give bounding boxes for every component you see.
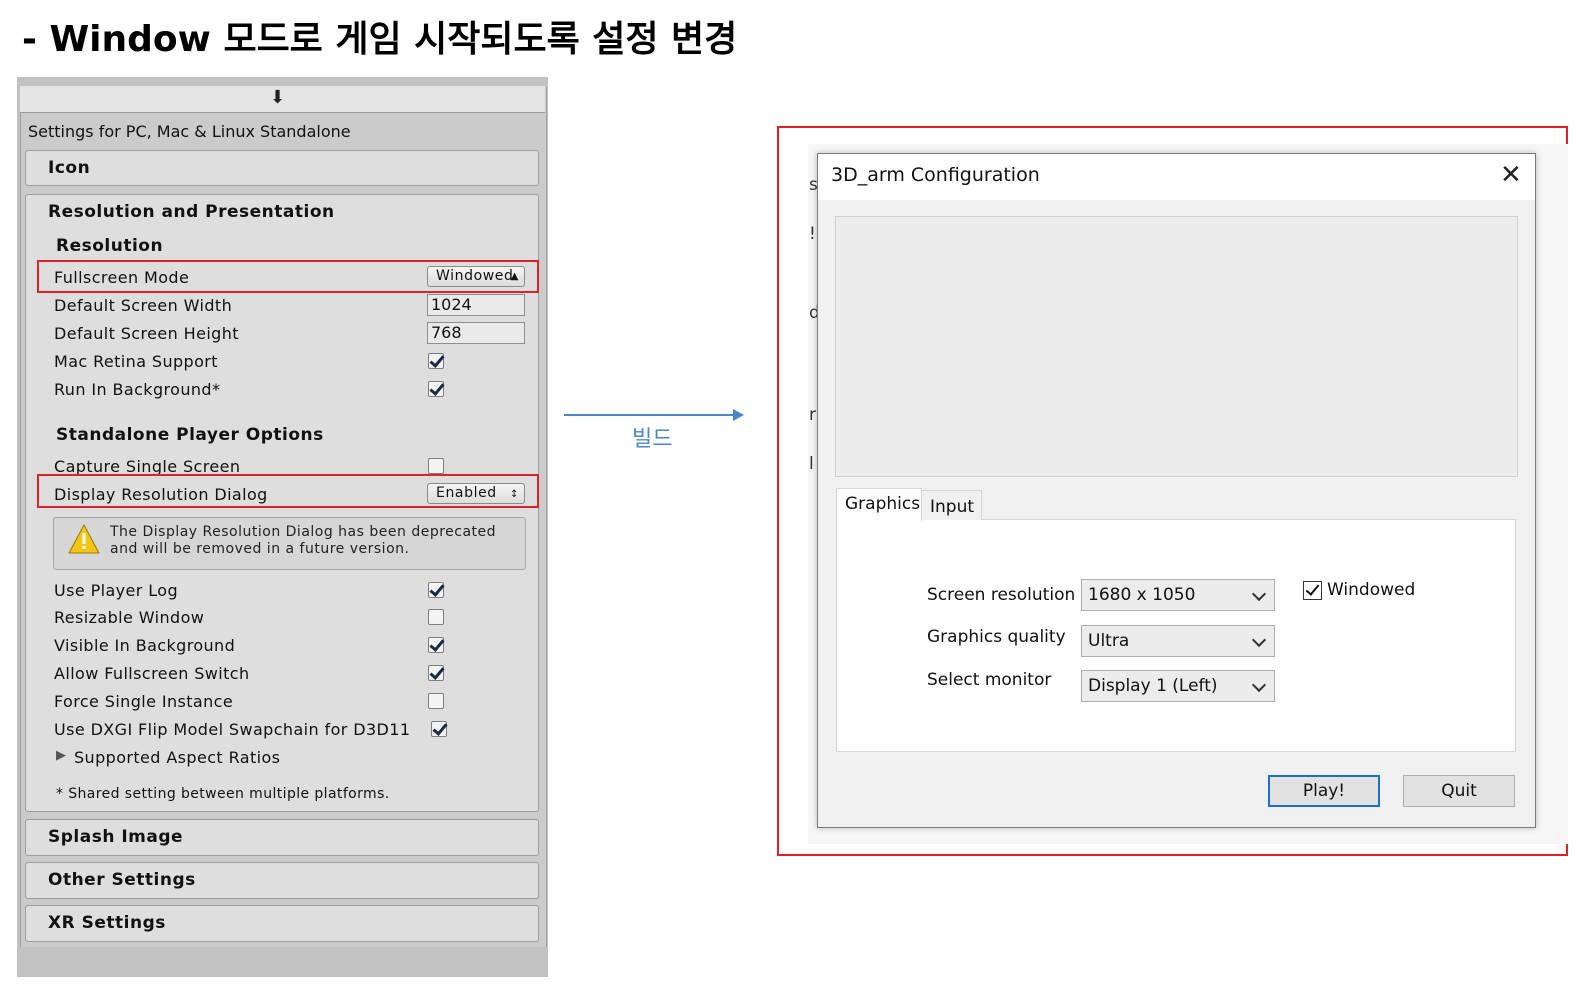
icon-section[interactable]: Icon — [25, 150, 539, 186]
use-player-log-label: Use Player Log — [54, 581, 179, 600]
default-screen-width-field[interactable]: 1024 — [427, 294, 525, 316]
graphics-quality-select[interactable]: Ultra — [1081, 625, 1275, 657]
select-monitor-select[interactable]: Display 1 (Left) — [1081, 670, 1275, 702]
resizable-window-checkbox[interactable] — [428, 609, 444, 625]
resolution-presentation-header[interactable]: Resolution and Presentation — [48, 202, 335, 222]
build-arrow-head — [733, 409, 744, 421]
slide-title: - Window 모드로 게임 시작되도록 설정 변경 — [22, 19, 738, 60]
visible-in-background-checkbox[interactable] — [428, 637, 444, 653]
run-in-background-checkbox[interactable] — [428, 381, 444, 397]
highlight-display-resolution-dialog — [37, 474, 539, 508]
use-player-log-checkbox[interactable] — [428, 582, 444, 598]
select-monitor-value: Display 1 (Left) — [1088, 676, 1218, 696]
download-icon[interactable]: ⬇ — [270, 88, 285, 108]
screen-resolution-label: Screen resolution — [927, 585, 1076, 605]
expand-triangle-icon[interactable]: ▶ — [56, 748, 66, 763]
other-settings-section[interactable]: Other Settings — [25, 862, 539, 899]
screen-resolution-select[interactable]: 1680 x 1050 — [1081, 579, 1275, 611]
other-settings-header[interactable]: Other Settings — [48, 870, 196, 890]
windowed-label[interactable]: Windowed — [1327, 580, 1415, 600]
allow-fullscreen-switch-label: Allow Fullscreen Switch — [54, 664, 250, 683]
graphics-quality-label: Graphics quality — [927, 627, 1066, 647]
icon-section-header[interactable]: Icon — [48, 158, 90, 178]
force-single-instance-label: Force Single Instance — [54, 692, 234, 711]
warning-line-1: The Display Resolution Dialog has been d… — [110, 524, 497, 540]
quit-button[interactable]: Quit — [1403, 775, 1515, 807]
tab-graphics[interactable]: Graphics — [836, 488, 922, 521]
close-icon[interactable]: ✕ — [1500, 160, 1522, 190]
xr-settings-section[interactable]: XR Settings — [25, 905, 539, 942]
mac-retina-label: Mac Retina Support — [54, 352, 218, 371]
default-screen-height-field[interactable]: 768 — [427, 322, 525, 344]
config-banner-image — [835, 216, 1518, 477]
allow-fullscreen-switch-checkbox[interactable] — [428, 665, 444, 681]
tab-input[interactable]: Input — [921, 490, 982, 520]
supported-aspect-ratios-foldout[interactable]: Supported Aspect Ratios — [74, 748, 280, 767]
splash-image-header[interactable]: Splash Image — [48, 827, 183, 847]
default-screen-width-label: Default Screen Width — [54, 296, 233, 315]
select-monitor-label: Select monitor — [927, 670, 1052, 690]
standalone-options-heading: Standalone Player Options — [56, 425, 324, 445]
resolution-heading: Resolution — [56, 236, 164, 256]
resizable-window-label: Resizable Window — [54, 608, 205, 627]
capture-single-screen-checkbox[interactable] — [428, 458, 444, 474]
build-label: 빌드 — [632, 427, 673, 452]
build-arrow-line — [564, 414, 736, 416]
windowed-checkbox[interactable] — [1303, 581, 1322, 600]
config-dialog-title: 3D_arm Configuration — [831, 164, 1040, 186]
visible-in-background-label: Visible In Background — [54, 636, 236, 655]
splash-image-section[interactable]: Splash Image — [25, 819, 539, 856]
dxgi-flip-model-checkbox[interactable] — [431, 721, 447, 737]
warning-line-2: and will be removed in a future version. — [110, 541, 410, 557]
default-screen-height-label: Default Screen Height — [54, 324, 239, 343]
dxgi-flip-model-label: Use DXGI Flip Model Swapchain for D3D11 — [54, 720, 411, 739]
chevron-down-icon — [1251, 632, 1267, 648]
highlight-fullscreen-mode — [37, 260, 539, 293]
warning-icon — [68, 524, 100, 554]
warning-text: The Display Resolution Dialog has been d… — [110, 524, 496, 558]
platform-settings-title: Settings for PC, Mac & Linux Standalone — [28, 122, 351, 141]
screen-resolution-value: 1680 x 1050 — [1088, 585, 1196, 605]
chevron-down-icon — [1251, 586, 1267, 602]
play-button[interactable]: Play! — [1268, 775, 1380, 807]
background-window-fragment: l — [809, 454, 814, 474]
xr-settings-header[interactable]: XR Settings — [48, 913, 166, 933]
shared-setting-note: * Shared setting between multiple platfo… — [56, 786, 390, 802]
mac-retina-checkbox[interactable] — [428, 353, 444, 369]
background-window-fragment: ! — [809, 224, 816, 244]
graphics-quality-value: Ultra — [1088, 631, 1130, 651]
run-in-background-label: Run In Background* — [54, 380, 221, 399]
background-window-fragment: r — [809, 405, 816, 425]
chevron-down-icon — [1251, 677, 1267, 693]
force-single-instance-checkbox[interactable] — [428, 693, 444, 709]
